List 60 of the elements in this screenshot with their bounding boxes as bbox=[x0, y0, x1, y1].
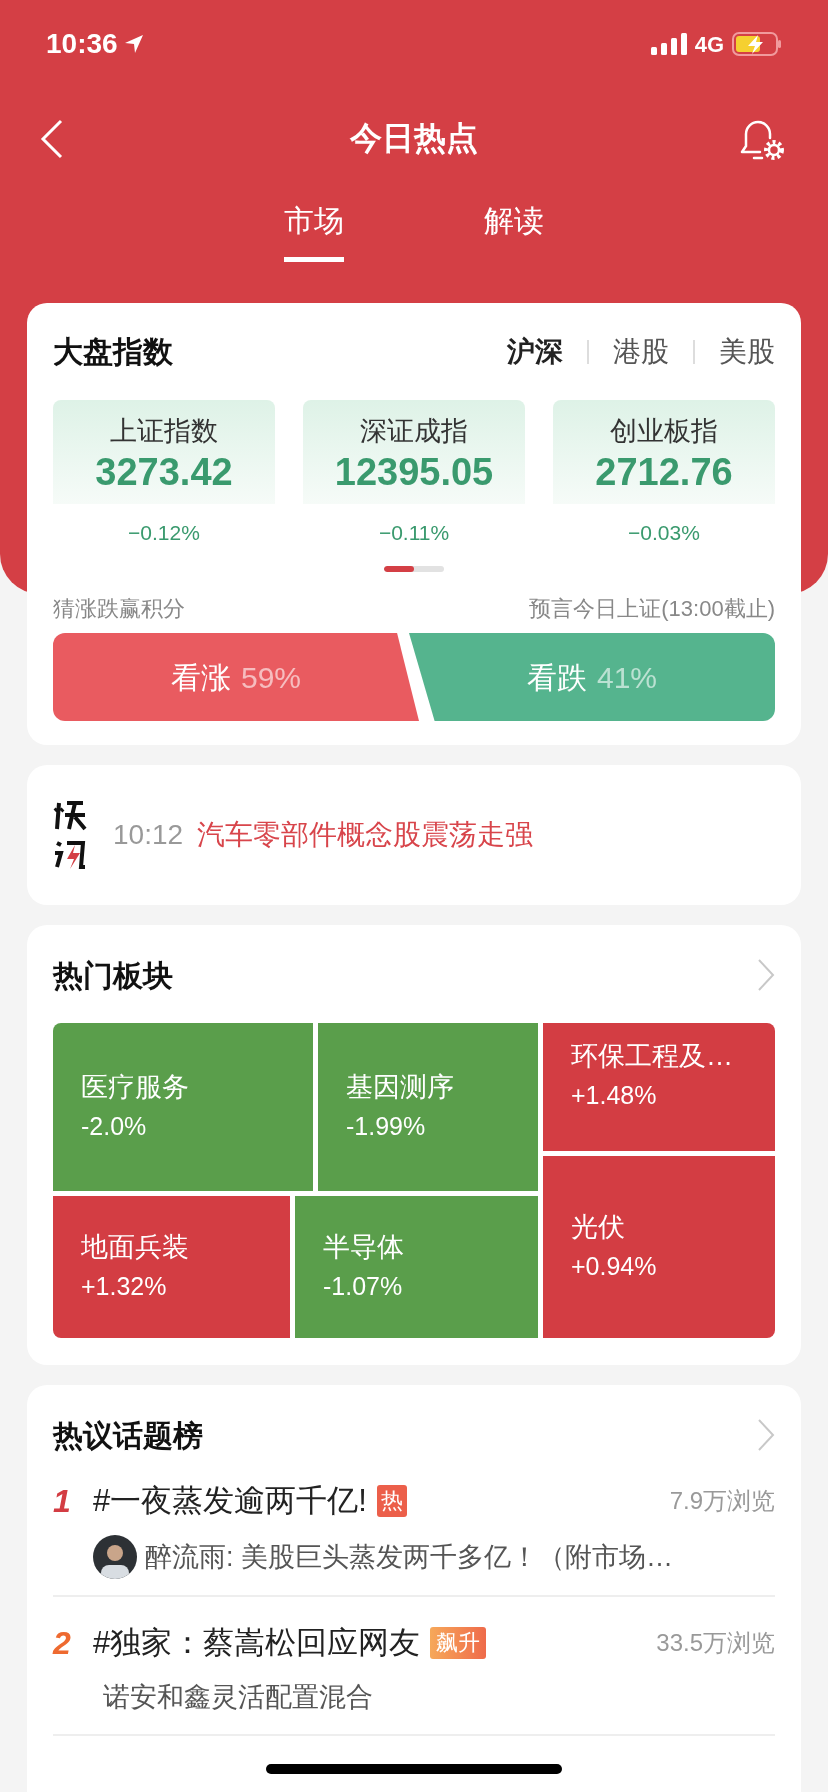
sector-change: -1.07% bbox=[323, 1271, 404, 1302]
sector-change: +1.48% bbox=[571, 1080, 658, 1111]
sector-tile[interactable]: 医疗服务 -2.0% bbox=[53, 1023, 313, 1191]
sector-tile[interactable]: 基因测序 -1.99% bbox=[318, 1023, 538, 1191]
rank-number: 1 bbox=[53, 1482, 72, 1521]
market-tab[interactable]: 美股 bbox=[719, 330, 775, 373]
sector-name: 基因测序 bbox=[346, 1071, 455, 1104]
location-arrow-icon bbox=[123, 34, 144, 54]
page-title: 今日热点 bbox=[350, 119, 478, 158]
bullish-button[interactable]: 看涨 59% bbox=[53, 633, 419, 721]
index-change: −0.12% bbox=[128, 520, 200, 546]
sector-tile[interactable]: 半导体 -1.07% bbox=[295, 1196, 538, 1338]
index-tile[interactable]: 深证成指 12395.05 bbox=[303, 400, 525, 504]
back-icon[interactable] bbox=[40, 119, 64, 159]
flash-news-card[interactable]: 10:12 汽车零部件概念股震荡走强 bbox=[27, 765, 801, 905]
sector-change: +0.94% bbox=[571, 1251, 658, 1282]
sector-name: 地面兵装 bbox=[81, 1231, 190, 1264]
sector-change: -1.99% bbox=[346, 1111, 427, 1142]
topic-summary[interactable]: 诺安和鑫灵活配置混合 bbox=[103, 1677, 373, 1718]
topic-title[interactable]: #独家：蔡嵩松回应网友 bbox=[93, 1619, 421, 1667]
sector-tile[interactable]: 环保工程及… +1.48% bbox=[543, 1023, 775, 1151]
topic-title[interactable]: #一夜蒸发逾两千亿! bbox=[93, 1477, 367, 1525]
flash-time: 10:12 bbox=[113, 818, 184, 852]
bearish-button[interactable]: 看跌 41% bbox=[409, 633, 775, 721]
avatar[interactable] bbox=[93, 1535, 137, 1579]
flash-headline[interactable]: 汽车零部件概念股震荡走强 bbox=[197, 814, 534, 856]
index-change: −0.11% bbox=[378, 520, 450, 546]
sector-name: 光伏 bbox=[571, 1211, 626, 1244]
signal-icon bbox=[650, 33, 687, 55]
rank-number: 2 bbox=[53, 1624, 72, 1663]
market-tab[interactable]: 沪深 bbox=[507, 330, 563, 373]
sector-change: +1.32% bbox=[81, 1271, 168, 1302]
network-label: 4G bbox=[694, 30, 724, 59]
sector-name: 医疗服务 bbox=[81, 1071, 190, 1104]
section-title: 大盘指数 bbox=[53, 334, 173, 370]
topic-tag: 热 bbox=[376, 1485, 407, 1517]
tab[interactable]: 解读 bbox=[484, 190, 544, 262]
view-count: 33.5万浏览 bbox=[656, 1628, 775, 1658]
sector-name: 半导体 bbox=[323, 1231, 405, 1264]
section-title: 热议话题榜 bbox=[53, 1417, 203, 1454]
market-tab[interactable]: 港股 bbox=[613, 330, 669, 373]
sector-tile[interactable]: 地面兵装 +1.32% bbox=[53, 1196, 290, 1338]
bell-settings-icon[interactable] bbox=[738, 118, 786, 162]
sector-tile[interactable]: 光伏 +0.94% bbox=[543, 1156, 775, 1338]
topic-summary[interactable]: 醉流雨: 美股巨头蒸发两千多亿！（附市场… bbox=[145, 1536, 673, 1578]
index-change: −0.03% bbox=[628, 520, 700, 546]
topic-tag: 飙升 bbox=[430, 1627, 487, 1659]
battery-charging-icon bbox=[732, 32, 782, 56]
tab[interactable]: 市场 bbox=[284, 190, 344, 262]
flash-news-icon bbox=[53, 799, 87, 871]
sector-change: -2.0% bbox=[81, 1111, 148, 1142]
guess-label: 猜涨跌赢积分 bbox=[53, 595, 185, 623]
view-count: 7.9万浏览 bbox=[669, 1486, 775, 1516]
index-tile[interactable]: 上证指数 3273.42 bbox=[53, 400, 275, 504]
status-time: 10:36 bbox=[46, 27, 118, 61]
sector-name: 环保工程及… bbox=[571, 1040, 734, 1073]
index-tile[interactable]: 创业板指 2712.76 bbox=[553, 400, 775, 504]
section-title: 热门板块 bbox=[53, 957, 173, 994]
predict-label: 预言今日上证(13:00截止) bbox=[529, 595, 775, 623]
page-indicator bbox=[384, 566, 444, 572]
